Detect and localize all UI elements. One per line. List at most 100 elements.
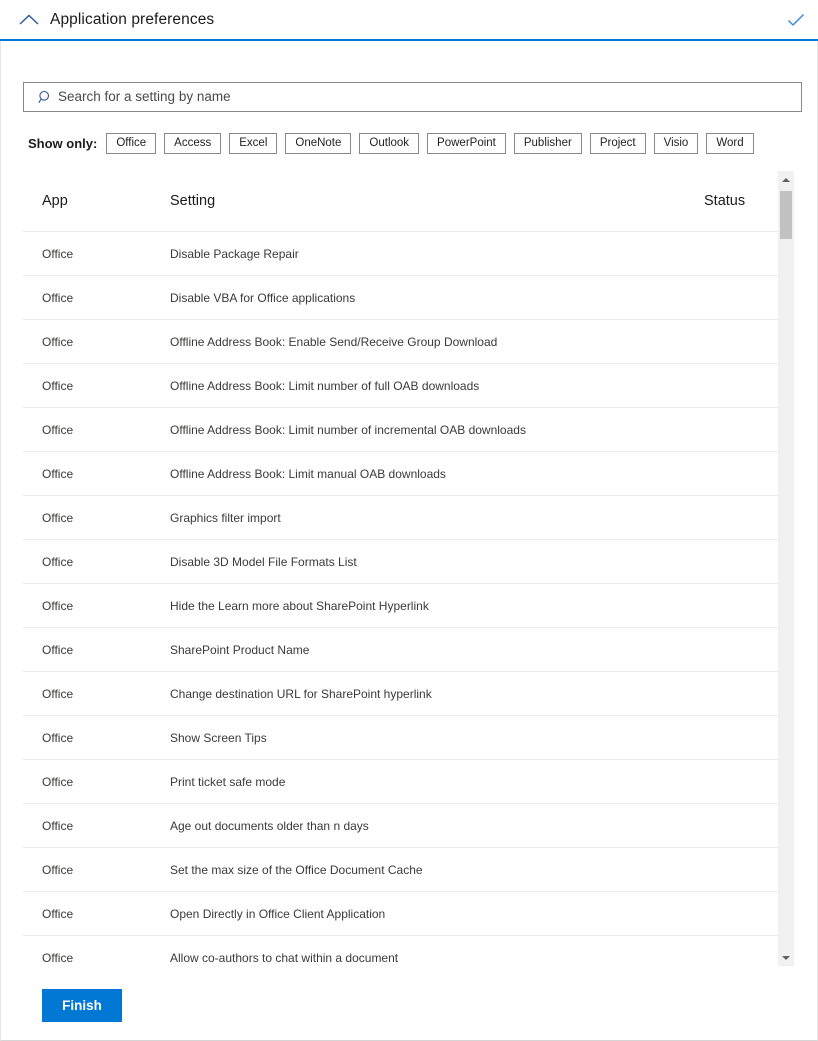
cell-status xyxy=(725,803,778,848)
filter-button-powerpoint[interactable]: PowerPoint xyxy=(427,132,506,154)
cell-status xyxy=(725,627,778,672)
scroll-down-arrow-icon[interactable] xyxy=(778,949,794,966)
cell-setting: Age out documents older than n days xyxy=(167,803,725,848)
table-row[interactable]: Office Set the max size of the Office Doc… xyxy=(23,847,778,892)
table-row[interactable]: Office Offline Address Book: Limit number… xyxy=(23,363,778,408)
cell-app: Office xyxy=(23,583,167,628)
cell-setting: Show Screen Tips xyxy=(167,715,725,760)
cell-app: Office xyxy=(23,275,167,320)
scroll-up-arrow-icon[interactable] xyxy=(778,171,794,188)
cell-setting: Change destination URL for SharePoint hy… xyxy=(167,671,725,716)
cell-status xyxy=(725,495,778,540)
cell-status xyxy=(725,891,778,936)
cell-app: Office xyxy=(23,847,167,892)
cell-setting: Offline Address Book: Enable Send/Receiv… xyxy=(167,319,725,364)
filter-button-excel[interactable]: Excel xyxy=(229,132,278,154)
cell-app: Office xyxy=(23,539,167,584)
vertical-scrollbar[interactable] xyxy=(778,171,794,966)
page-header: Application preferences xyxy=(0,0,818,41)
table-row[interactable]: Office Disable 3D Model File Formats List xyxy=(23,539,778,584)
cell-status xyxy=(725,847,778,892)
cell-status xyxy=(725,935,778,966)
search-input[interactable] xyxy=(58,84,801,110)
cell-app: Office xyxy=(23,891,167,936)
filter-button-outlook[interactable]: Outlook xyxy=(359,132,420,154)
cell-app: Office xyxy=(23,407,167,452)
table-row[interactable]: Office Hide the Learn more about SharePoi… xyxy=(23,583,778,628)
filter-button-office[interactable]: Office xyxy=(106,132,157,154)
cell-setting: Allow co-authors to chat within a docume… xyxy=(167,935,725,966)
cell-app: Office xyxy=(23,935,167,966)
cell-status xyxy=(725,451,778,496)
filter-button-onenote[interactable]: OneNote xyxy=(285,132,352,154)
filter-button-word[interactable]: Word xyxy=(706,132,754,154)
settings-table-head: App Setting Status xyxy=(23,171,778,232)
table-row[interactable]: Office Open Directly in Office Client App… xyxy=(23,891,778,936)
settings-table-region: App Setting Status Office Disable Package… xyxy=(23,171,794,966)
table-row[interactable]: Office Disable Package Repair xyxy=(23,231,778,276)
table-row[interactable]: Office Offline Address Book: Limit number… xyxy=(23,407,778,452)
column-header-app: App xyxy=(23,171,167,232)
search-icon xyxy=(32,90,58,105)
cell-setting: Print ticket safe mode xyxy=(167,759,725,804)
table-row[interactable]: Office Offline Address Book: Enable Send/… xyxy=(23,319,778,364)
preferences-panel: Show only: Office Access Excel OneNote O… xyxy=(0,41,818,1041)
cell-setting: Offline Address Book: Limit number of in… xyxy=(167,407,725,452)
filter-button-project[interactable]: Project xyxy=(589,132,646,154)
table-header-row: App Setting Status xyxy=(23,171,778,232)
chevron-up-icon[interactable] xyxy=(16,7,42,33)
settings-table: App Setting Status Office Disable Package… xyxy=(23,171,778,966)
cell-app: Office xyxy=(23,363,167,408)
cell-status xyxy=(725,407,778,452)
table-row[interactable]: Office Change destination URL for SharePo… xyxy=(23,671,778,716)
table-row[interactable]: Office Show Screen Tips xyxy=(23,715,778,760)
cell-status xyxy=(725,539,778,584)
show-only-label: Show only: xyxy=(28,135,98,151)
checkmark-icon[interactable] xyxy=(784,8,808,32)
table-row[interactable]: Office Graphics filter import xyxy=(23,495,778,540)
filter-button-publisher[interactable]: Publisher xyxy=(513,132,582,154)
cell-app: Office xyxy=(23,451,167,496)
table-row[interactable]: Office Allow co-authors to chat within a … xyxy=(23,935,778,966)
cell-status xyxy=(725,715,778,760)
table-row[interactable]: Office Age out documents older than n day… xyxy=(23,803,778,848)
column-header-status: Status xyxy=(704,171,778,232)
cell-app: Office xyxy=(23,319,167,364)
cell-status xyxy=(725,759,778,804)
cell-setting: Set the max size of the Office Document … xyxy=(167,847,725,892)
cell-setting: Offline Address Book: Limit manual OAB d… xyxy=(167,451,725,496)
cell-setting: Disable Package Repair xyxy=(167,231,725,276)
filter-bar: Show only: Office Access Excel OneNote O… xyxy=(28,132,754,154)
cell-app: Office xyxy=(23,671,167,716)
table-row[interactable]: Office Offline Address Book: Limit manual… xyxy=(23,451,778,496)
table-row[interactable]: Office Print ticket safe mode xyxy=(23,759,778,804)
cell-setting: Offline Address Book: Limit number of fu… xyxy=(167,363,725,408)
cell-setting: Open Directly in Office Client Applicati… xyxy=(167,891,725,936)
cell-status xyxy=(725,231,778,276)
cell-app: Office xyxy=(23,803,167,848)
cell-setting: Hide the Learn more about SharePoint Hyp… xyxy=(167,583,725,628)
scrollbar-thumb[interactable] xyxy=(780,191,792,239)
cell-app: Office xyxy=(23,627,167,672)
finish-button[interactable]: Finish xyxy=(42,989,122,1022)
column-header-setting: Setting xyxy=(167,171,725,232)
settings-table-body: Office Disable Package Repair Office Disabl… xyxy=(23,231,778,966)
search-box[interactable] xyxy=(23,82,802,112)
filter-button-access[interactable]: Access xyxy=(164,132,222,154)
cell-status xyxy=(725,275,778,320)
cell-status xyxy=(725,363,778,408)
column-header-status-label: Status xyxy=(704,193,746,209)
cell-app: Office xyxy=(23,495,167,540)
cell-setting: Disable VBA for Office applications xyxy=(167,275,725,320)
cell-app: Office xyxy=(23,715,167,760)
cell-status xyxy=(725,583,778,628)
application-preferences-page: Application preferences Show only: Offic… xyxy=(0,0,818,1041)
filter-button-visio[interactable]: Visio xyxy=(653,132,699,154)
cell-setting: Graphics filter import xyxy=(167,495,725,540)
cell-setting: SharePoint Product Name xyxy=(167,627,725,672)
cell-status xyxy=(725,671,778,716)
page-title: Application preferences xyxy=(50,10,215,28)
cell-app: Office xyxy=(23,759,167,804)
table-row[interactable]: Office SharePoint Product Name xyxy=(23,627,778,672)
table-row[interactable]: Office Disable VBA for Office application… xyxy=(23,275,778,320)
